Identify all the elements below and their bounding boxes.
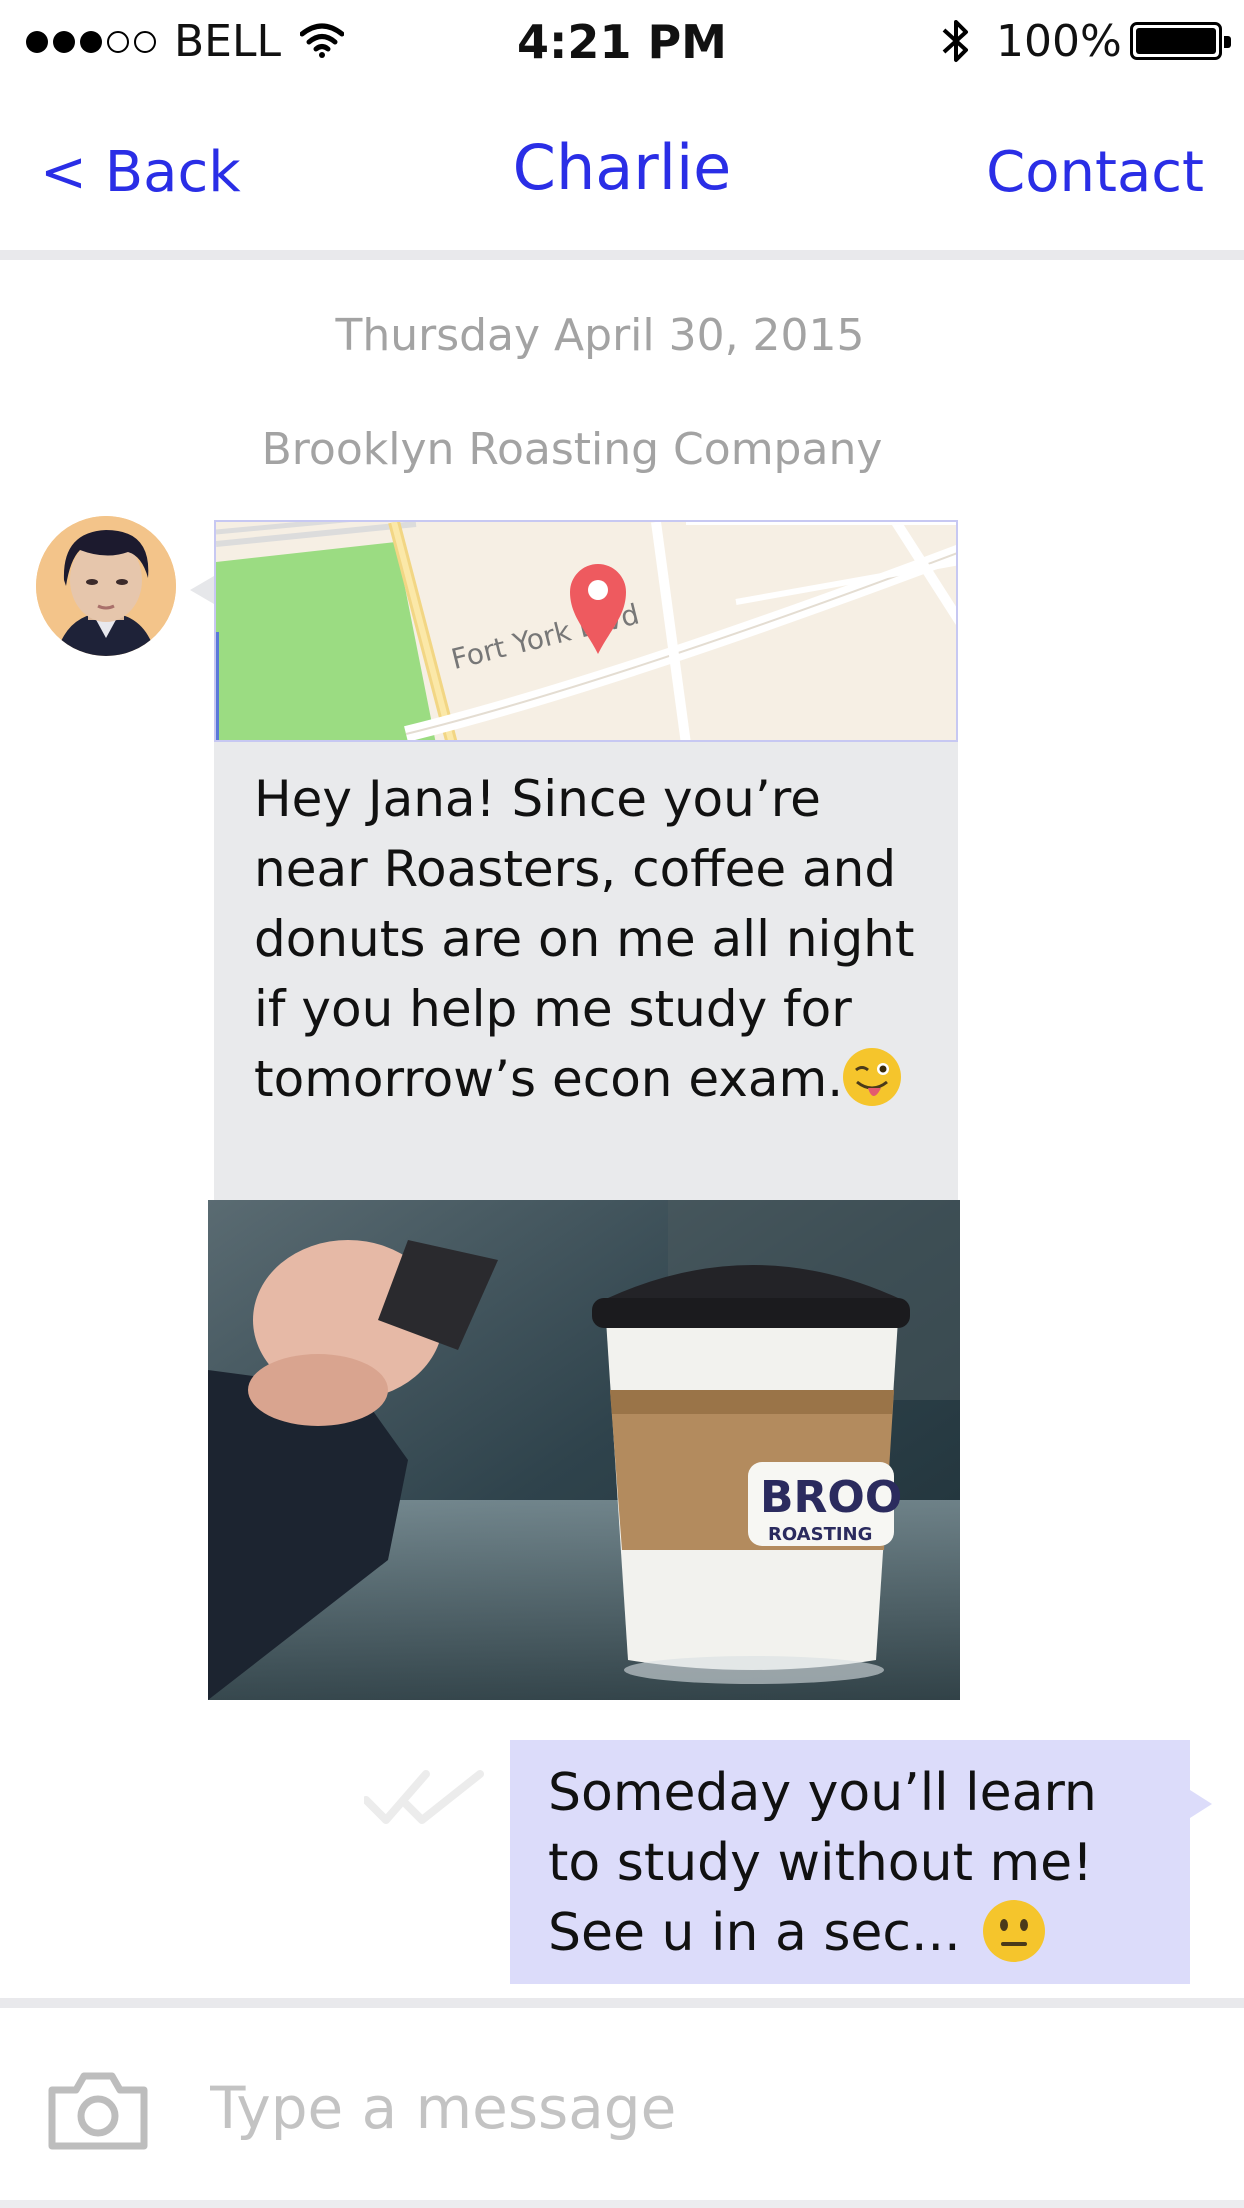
bubble-tail <box>190 576 214 604</box>
received-message-body: Hey Jana! Since you’re near Roasters, co… <box>254 770 915 1108</box>
bottom-divider <box>0 2200 1244 2208</box>
map-pin-icon <box>566 560 630 660</box>
contact-button[interactable]: Contact <box>986 138 1204 208</box>
coffee-photo[interactable]: BROO ROASTING <box>208 1200 960 1700</box>
status-bar: BELL 4:21 PM 100% <box>0 0 1244 84</box>
winking-tongue-emoji-icon <box>843 1048 902 1106</box>
battery-percentage: 100% <box>996 16 1122 67</box>
sent-message-line: See u in a sec... <box>548 1903 961 1963</box>
cup-brand-subtext: ROASTING <box>768 1524 872 1545</box>
received-message-bubble[interactable]: Hey Jana! Since you’re near Roasters, co… <box>214 742 958 1200</box>
nav-bar: < Back Charlie Contact <box>0 84 1244 252</box>
received-message-text: Hey Jana! Since you’re near Roasters, co… <box>254 764 934 1114</box>
message-composer <box>0 2008 1244 2208</box>
location-label: Brooklyn Roasting Company <box>261 424 883 475</box>
cup-brand-text: BROO <box>760 1472 902 1523</box>
nav-divider <box>0 250 1244 260</box>
sent-message-line-last: See u in a sec... <box>548 1898 1188 1968</box>
neutral-face-emoji-icon <box>982 1900 1045 1962</box>
bubble-tail <box>1190 1790 1212 1818</box>
sent-message-line: Someday you’ll learn <box>548 1763 1097 1823</box>
camera-icon[interactable] <box>46 2068 150 2156</box>
message-input[interactable] <box>210 2062 1190 2154</box>
bluetooth-icon <box>940 16 972 70</box>
conversation-date: Thursday April 30, 2015 <box>335 310 865 361</box>
sent-message-line: to study without me! <box>548 1833 1093 1893</box>
double-check-icon <box>362 1768 484 1832</box>
location-map[interactable]: Fort York Blvd <box>214 520 958 742</box>
composer-divider <box>0 1998 1244 2008</box>
avatar[interactable] <box>36 516 176 656</box>
battery-icon <box>1130 22 1231 60</box>
sent-message-text: Someday you’ll learn to study without me… <box>548 1758 1188 1968</box>
sent-message-bubble[interactable]: Someday you’ll learn to study without me… <box>510 1740 1190 1984</box>
